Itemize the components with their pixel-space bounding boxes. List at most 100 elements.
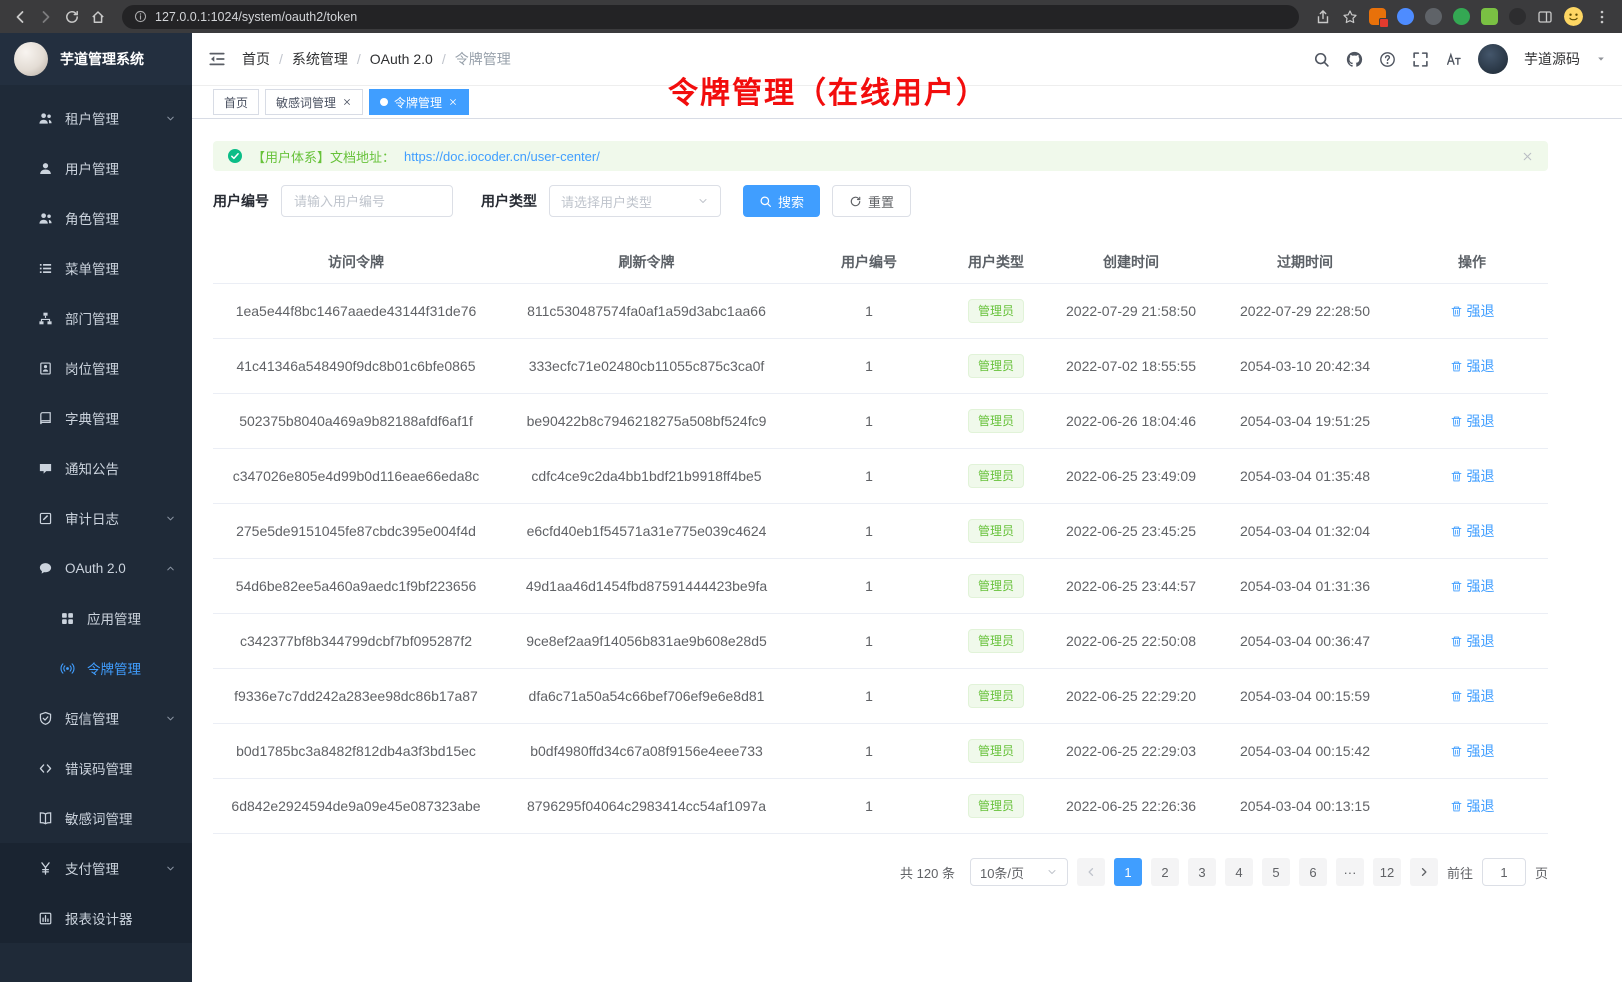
- sidebar-item-post[interactable]: 岗位管理: [0, 343, 192, 393]
- breadcrumb-home[interactable]: 首页: [242, 49, 270, 69]
- font-size-icon[interactable]: [1445, 51, 1462, 68]
- breadcrumb-oauth2[interactable]: OAuth 2.0: [370, 51, 433, 67]
- browser-home-icon[interactable]: [90, 9, 106, 25]
- split-view-icon[interactable]: [1537, 9, 1553, 25]
- user-type-badge: 管理员: [968, 684, 1024, 708]
- column-header: 操作: [1396, 241, 1548, 284]
- search-icon[interactable]: [1313, 51, 1330, 68]
- browser-profile-avatar[interactable]: [1564, 7, 1583, 26]
- page-button-6[interactable]: 6: [1299, 858, 1327, 886]
- sidebar-item-dict[interactable]: 字典管理: [0, 393, 192, 443]
- sidebar-item-menu[interactable]: 菜单管理: [0, 243, 192, 293]
- goto-page-input[interactable]: [1482, 858, 1526, 886]
- force-logout-button[interactable]: 强退: [1450, 521, 1495, 541]
- page-button-4[interactable]: 4: [1225, 858, 1253, 886]
- force-logout-button[interactable]: 强退: [1450, 356, 1495, 376]
- sidebar-item-notice[interactable]: 通知公告: [0, 443, 192, 493]
- alert-close-icon[interactable]: [1521, 150, 1534, 163]
- user-icon: [38, 161, 53, 176]
- app-logo[interactable]: 芋道管理系统: [0, 33, 192, 85]
- cell-action: 强退: [1396, 779, 1548, 834]
- browser-forward-icon[interactable]: [38, 9, 54, 25]
- tab-home[interactable]: 首页: [213, 89, 259, 115]
- tab-token-manage[interactable]: 令牌管理: [369, 89, 469, 115]
- sidebar-item-pay[interactable]: 支付管理: [0, 843, 192, 893]
- page-ellipsis[interactable]: ···: [1336, 858, 1364, 886]
- extension-blue-icon[interactable]: [1397, 8, 1414, 25]
- tab-close-icon[interactable]: [342, 97, 352, 107]
- sidebar-item-oauth2-token[interactable]: 令牌管理: [0, 643, 192, 693]
- column-header: 用户类型: [944, 241, 1048, 284]
- force-logout-button[interactable]: 强退: [1450, 631, 1495, 651]
- active-tab-dot-icon: [380, 98, 388, 106]
- page-button-1[interactable]: 1: [1114, 858, 1142, 886]
- select-caret-icon: [697, 195, 709, 207]
- sidebar-toggle-icon[interactable]: [208, 50, 226, 68]
- search-button[interactable]: 搜索: [743, 185, 820, 217]
- extension-orange-badge-icon[interactable]: [1369, 8, 1386, 25]
- extension-leaf-icon[interactable]: [1481, 8, 1498, 25]
- force-logout-button[interactable]: 强退: [1450, 686, 1495, 706]
- navbar-icons: [1313, 51, 1462, 68]
- tab-close-icon[interactable]: [448, 97, 458, 107]
- sidebar-item-role[interactable]: 角色管理: [0, 193, 192, 243]
- cell-create-time: 2022-06-25 22:26:36: [1048, 779, 1214, 834]
- page-button-3[interactable]: 3: [1188, 858, 1216, 886]
- doc-link[interactable]: https://doc.iocoder.cn/user-center/: [404, 149, 600, 164]
- next-page-button[interactable]: [1410, 858, 1438, 886]
- sidebar-item-tenant[interactable]: 租户管理: [0, 93, 192, 143]
- search-button-icon: [759, 195, 772, 208]
- cell-access-token: 54d6be82ee5a460a9aedc1f9bf223656: [213, 559, 499, 614]
- cell-user-type: 管理员: [944, 559, 1048, 614]
- page-button-2[interactable]: 2: [1151, 858, 1179, 886]
- browser-reload-icon[interactable]: [64, 9, 80, 25]
- trash-icon: [1450, 525, 1463, 538]
- sidebar-item-sms[interactable]: 短信管理: [0, 693, 192, 743]
- extension-paw-icon[interactable]: [1509, 8, 1526, 25]
- site-info-icon[interactable]: [134, 10, 147, 23]
- github-icon[interactable]: [1346, 51, 1363, 68]
- sidebar-item-oauth2[interactable]: OAuth 2.0: [0, 543, 192, 593]
- username[interactable]: 芋道源码: [1524, 49, 1580, 69]
- extension-green-icon[interactable]: [1453, 8, 1470, 25]
- sidebar-item-oauth2-app[interactable]: 应用管理: [0, 593, 192, 643]
- cell-expire-time: 2054-03-04 00:36:47: [1214, 614, 1396, 669]
- force-logout-button[interactable]: 强退: [1450, 466, 1495, 486]
- force-logout-button[interactable]: 强退: [1450, 741, 1495, 761]
- page-size-select[interactable]: 10条/页: [970, 858, 1068, 886]
- address-bar[interactable]: 127.0.0.1:1024/system/oauth2/token: [122, 5, 1299, 29]
- user-menu-caret-icon[interactable]: [1596, 54, 1606, 64]
- user-avatar[interactable]: [1478, 44, 1508, 74]
- page-button-5[interactable]: 5: [1262, 858, 1290, 886]
- sidebar-item-error-code[interactable]: 错误码管理: [0, 743, 192, 793]
- sidebar-item-dept[interactable]: 部门管理: [0, 293, 192, 343]
- tenant-icon: [38, 111, 53, 126]
- trash-icon: [1450, 360, 1463, 373]
- tab-sensitive-word[interactable]: 敏感词管理: [265, 89, 363, 115]
- extension-dark-icon[interactable]: [1425, 8, 1442, 25]
- prev-page-button[interactable]: [1077, 858, 1105, 886]
- browser-menu-icon[interactable]: [1594, 9, 1610, 25]
- force-logout-button[interactable]: 强退: [1450, 301, 1495, 321]
- force-logout-button[interactable]: 强退: [1450, 576, 1495, 596]
- sidebar-item-sensitive-word[interactable]: 敏感词管理: [0, 793, 192, 843]
- fullscreen-icon[interactable]: [1412, 51, 1429, 68]
- browser-back-icon[interactable]: [12, 9, 28, 25]
- cell-user-type: 管理员: [944, 614, 1048, 669]
- user-id-input[interactable]: [281, 185, 453, 217]
- force-logout-button[interactable]: 强退: [1450, 411, 1495, 431]
- sidebar-item-audit-log[interactable]: 审计日志: [0, 493, 192, 543]
- chevron-down-icon: [165, 863, 176, 874]
- user-type-select[interactable]: 请选择用户类型: [549, 185, 721, 217]
- sidebar-item-report-designer[interactable]: 报表设计器: [0, 893, 192, 943]
- chevron-down-icon: [165, 113, 176, 124]
- help-icon[interactable]: [1379, 51, 1396, 68]
- share-icon[interactable]: [1315, 9, 1331, 25]
- force-logout-button[interactable]: 强退: [1450, 796, 1495, 816]
- breadcrumb-system[interactable]: 系统管理: [292, 49, 348, 69]
- sidebar-item-user[interactable]: 用户管理: [0, 143, 192, 193]
- reset-button[interactable]: 重置: [832, 185, 911, 217]
- page-button-12[interactable]: 12: [1373, 858, 1401, 886]
- bookmark-star-icon[interactable]: [1342, 9, 1358, 25]
- cell-action: 强退: [1396, 559, 1548, 614]
